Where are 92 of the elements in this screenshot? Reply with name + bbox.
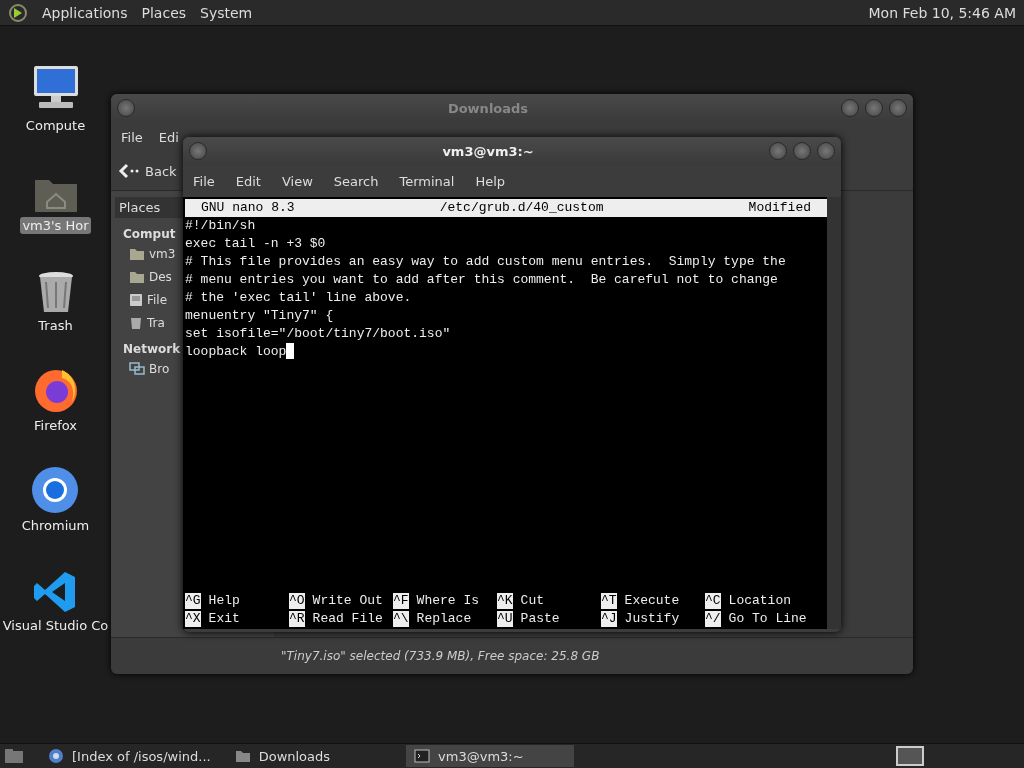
window-button[interactable]	[117, 99, 135, 117]
shortcut-key: ^J	[601, 611, 617, 627]
text-cursor	[286, 343, 295, 359]
window-button[interactable]	[189, 142, 207, 160]
code-line: exec tail -n +3 $0	[185, 235, 326, 253]
code-line: # the 'exec tail' line above.	[185, 289, 412, 307]
shortcut-label: Exit	[208, 611, 240, 627]
desktop-icon-label[interactable]: Chromium	[19, 517, 92, 534]
globe-icon	[48, 748, 64, 764]
panel-menu[interactable]: Applications	[42, 4, 128, 21]
taskbar-button[interactable]: [Index of /isos/wind...	[40, 745, 219, 767]
shortcut-label: Read File	[312, 611, 383, 627]
trash-icon	[129, 316, 143, 330]
back-button[interactable]: Back	[115, 161, 179, 181]
scrollbar[interactable]	[827, 197, 841, 629]
terminal-icon	[414, 749, 431, 763]
window-title: Downloads	[446, 100, 530, 116]
shortcut-label: Replace	[416, 611, 472, 627]
shortcut-key: ^\	[393, 611, 409, 627]
network-icon	[129, 362, 145, 376]
shortcut-key: ^R	[289, 611, 305, 627]
window-button[interactable]	[865, 99, 883, 117]
menu-item[interactable]: File	[193, 173, 215, 189]
shortcut-label: Write Out	[312, 593, 383, 609]
file-state: Modified	[748, 199, 811, 217]
drive-icon	[129, 293, 143, 307]
sidebar-dropdown[interactable]: Places	[115, 197, 183, 218]
shortcut-label: Go To Line	[728, 611, 807, 627]
distro-logo-icon[interactable]	[8, 2, 28, 23]
file-path: /etc/grub.d/40_custom	[439, 199, 604, 217]
shortcut-key: ^U	[497, 611, 513, 627]
clock[interactable]: Mon Feb 10, 5:46 AM	[868, 4, 1016, 21]
taskbar-button[interactable]: Downloads	[226, 745, 339, 767]
menu-item[interactable]: Terminal	[399, 173, 455, 189]
desktop-icon-label[interactable]: Visual Studio Co	[0, 617, 111, 634]
code-line: menuentry "Tiny7" {	[185, 307, 334, 325]
chromium-icon[interactable]	[31, 466, 80, 514]
shortcut-key: ^G	[185, 593, 201, 609]
shortcut-key: ^O	[289, 593, 305, 609]
shortcut-label: Cut	[520, 593, 544, 609]
code-line: set isofile="/boot/tiny7/boot.iso"	[185, 325, 451, 343]
sidebar-item[interactable]: File	[147, 293, 168, 307]
sidebar-item[interactable]: Des	[149, 270, 172, 284]
code-line: #!/bin/sh	[185, 217, 256, 235]
menu-item[interactable]: File	[121, 129, 143, 145]
desktop-icon-label[interactable]: Trash	[36, 317, 75, 334]
sidebar-item[interactable]: Bro	[149, 362, 170, 376]
shortcut-label: Location	[728, 593, 792, 609]
back-arrow-icon	[117, 163, 139, 179]
workspace-switcher[interactable]	[896, 746, 924, 766]
menu-item[interactable]: Edi	[158, 129, 179, 145]
window-title: vm3@vm3:~	[441, 143, 535, 159]
folder-icon	[234, 749, 251, 763]
shortcut-key: ^C	[705, 593, 721, 609]
window-button[interactable]	[889, 99, 907, 117]
code-editor-icon[interactable]	[33, 570, 78, 614]
folder-icon	[129, 270, 145, 284]
code-line: # This file provides an easy way to add custom menu entries. Simply type the	[185, 253, 786, 271]
shortcut-label: Help	[208, 593, 240, 609]
show-desktop-icon[interactable]	[4, 748, 24, 764]
folder-icon	[129, 247, 145, 261]
window-button[interactable]	[817, 142, 835, 160]
shortcut-key: ^X	[185, 611, 201, 627]
sidebar-heading: Comput	[122, 227, 176, 241]
taskbar-button[interactable]: vm3@vm3:~	[406, 745, 575, 767]
window-button[interactable]	[793, 142, 811, 160]
shortcut-label: Execute	[624, 593, 680, 609]
window-button[interactable]	[769, 142, 787, 160]
desktop-icon-label[interactable]: vm3's Hor	[20, 217, 91, 234]
sidebar-heading: Network	[122, 342, 181, 356]
shortcut-key: ^F	[393, 593, 409, 609]
menu-item[interactable]: View	[281, 173, 313, 189]
shortcut-label: Paste	[520, 611, 560, 627]
shortcut-label: Justify	[624, 611, 680, 627]
menu-item[interactable]: Help	[475, 173, 506, 189]
sidebar-item[interactable]: Tra	[147, 316, 165, 330]
shortcut-key: ^/	[705, 611, 721, 627]
shortcut-label: Where Is	[416, 593, 480, 609]
code-line: # menu entries you want to add after this comment. Be careful not to change	[185, 271, 778, 289]
panel-menu[interactable]: System	[200, 4, 253, 21]
desktop-icon-label[interactable]: Compute	[23, 117, 88, 134]
code-line: loopback loop	[185, 343, 287, 361]
editor-version: GNU nano 8.3	[201, 199, 295, 217]
desktop-icon-label[interactable]: Firefox	[32, 417, 79, 434]
window-button[interactable]	[841, 99, 859, 117]
shortcut-key: ^T	[601, 593, 617, 609]
menu-item[interactable]: Edit	[235, 173, 261, 189]
status-text: "Tiny7.iso" selected (733.9 MB), Free space: 25.8 GB	[281, 649, 600, 663]
menu-item[interactable]: Search	[333, 173, 379, 189]
shortcut-key: ^K	[497, 593, 513, 609]
sidebar-item[interactable]: vm3	[149, 247, 176, 261]
panel-menu[interactable]: Places	[141, 4, 187, 21]
